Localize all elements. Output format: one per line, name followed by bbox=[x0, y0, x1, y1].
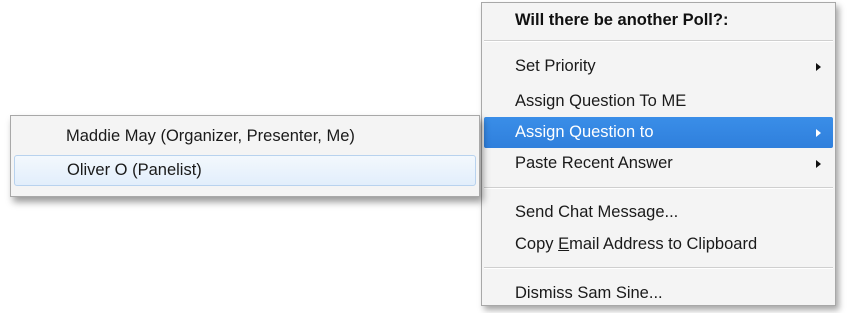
submenu-arrow-icon bbox=[816, 160, 821, 168]
menu-item-label: Assign Question to bbox=[515, 123, 654, 141]
submenu-item-maddie-may[interactable]: Maddie May (Organizer, Presenter, Me) bbox=[14, 121, 476, 152]
menu-item-label-pre: Copy bbox=[515, 235, 559, 253]
menu-item-label: Send Chat Message... bbox=[515, 203, 679, 221]
context-menu: Will there be another Poll?: Set Priorit… bbox=[481, 2, 836, 306]
menu-separator bbox=[484, 40, 833, 42]
menu-item-assign-question-to[interactable]: Assign Question to bbox=[484, 117, 833, 148]
menu-item-label: Set Priority bbox=[515, 57, 596, 75]
menu-item-label-post: mail Address to Clipboard bbox=[569, 235, 758, 253]
menu-item-label: Assign Question To ME bbox=[515, 92, 687, 110]
menu-item-send-chat-message[interactable]: Send Chat Message... bbox=[484, 197, 833, 228]
submenu-arrow-icon bbox=[816, 63, 821, 71]
menu-separator bbox=[484, 267, 833, 269]
menu-item-label: Paste Recent Answer bbox=[515, 154, 673, 172]
menu-item-assign-question-to-me[interactable]: Assign Question To ME bbox=[484, 86, 833, 117]
menu-item-set-priority[interactable]: Set Priority bbox=[484, 51, 833, 82]
submenu-item-label: Maddie May (Organizer, Presenter, Me) bbox=[66, 127, 355, 145]
menu-item-accelerator: E bbox=[558, 235, 570, 253]
submenu-item-label: Oliver O (Panelist) bbox=[67, 161, 202, 179]
submenu-item-oliver-o[interactable]: Oliver O (Panelist) bbox=[14, 155, 476, 186]
menu-separator bbox=[484, 187, 833, 189]
menu-item-dismiss[interactable]: Dismiss Sam Sine... bbox=[484, 278, 833, 309]
menu-item-copy-email-address[interactable]: Copy Email Address to Clipboard bbox=[484, 229, 833, 260]
menu-header-question: Will there be another Poll?: bbox=[484, 5, 833, 36]
desktop-area: Will there be another Poll?: Set Priorit… bbox=[0, 0, 848, 313]
menu-item-paste-recent-answer[interactable]: Paste Recent Answer bbox=[484, 148, 833, 179]
assign-submenu: Maddie May (Organizer, Presenter, Me) Ol… bbox=[10, 115, 480, 197]
submenu-arrow-icon bbox=[816, 129, 821, 137]
menu-header-label: Will there be another Poll?: bbox=[515, 11, 729, 29]
menu-item-label: Dismiss Sam Sine... bbox=[515, 284, 663, 302]
